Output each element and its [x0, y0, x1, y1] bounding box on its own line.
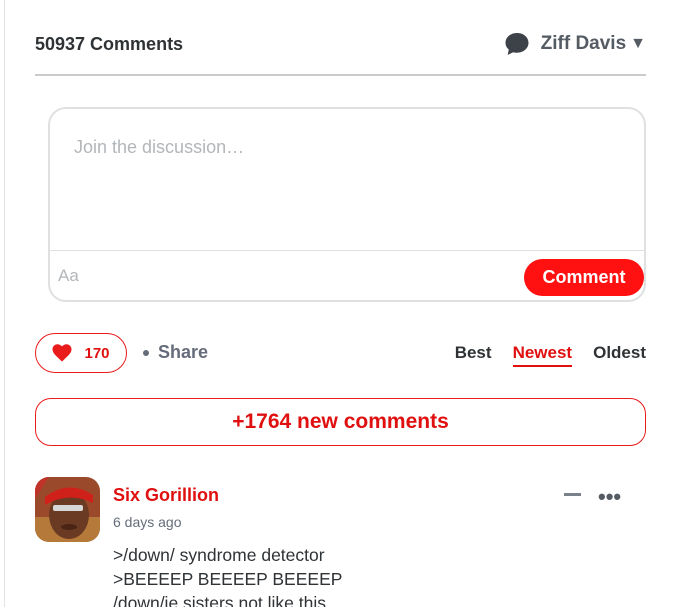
chat-bubble-icon [505, 33, 529, 55]
sort-tabs: Best Newest Oldest [455, 343, 646, 367]
like-button[interactable]: 170 [35, 333, 127, 373]
comment-line: >BEEEEP BEEEEP BEEEEP [113, 569, 343, 589]
comment-timestamp[interactable]: 6 days ago [113, 514, 182, 530]
heart-icon [52, 344, 72, 362]
sort-oldest[interactable]: Oldest [593, 343, 646, 367]
header-divider [35, 74, 646, 76]
sort-best[interactable]: Best [455, 343, 492, 367]
page-border [4, 0, 5, 607]
format-button[interactable]: Aa [58, 266, 79, 286]
composer-input[interactable]: Join the discussion… [74, 137, 244, 158]
comments-header: 50937 Comments Ziff Davis ▼ [35, 30, 646, 62]
like-count: 170 [84, 344, 110, 362]
new-comments-button[interactable]: +1764 new comments [35, 398, 646, 446]
comment-author[interactable]: Six Gorillion [113, 485, 219, 506]
comment-line: /down/ie sisters not like this [113, 593, 327, 607]
comment-body: >/down/ syndrome detector >BEEEEP BEEEEP… [113, 543, 342, 607]
org-menu[interactable]: Ziff Davis ▼ [503, 30, 646, 58]
composer-divider [50, 250, 644, 251]
caret-down-icon: ▼ [630, 35, 646, 52]
comment-composer[interactable]: Join the discussion… Aa Comment [48, 107, 646, 302]
sort-newest[interactable]: Newest [512, 343, 573, 367]
comment-line: >/down/ syndrome detector [113, 545, 325, 565]
comment-submit-button[interactable]: Comment [524, 259, 644, 296]
share-label: Share [158, 342, 209, 362]
collapse-icon[interactable] [564, 493, 581, 496]
bullet-icon [143, 349, 149, 356]
comment-count: 50937 Comments [35, 34, 184, 54]
avatar[interactable] [35, 477, 100, 542]
more-options-icon[interactable]: ••• [598, 484, 621, 510]
org-name: Ziff Davis [540, 33, 627, 54]
share-button[interactable]: Share [143, 342, 208, 363]
